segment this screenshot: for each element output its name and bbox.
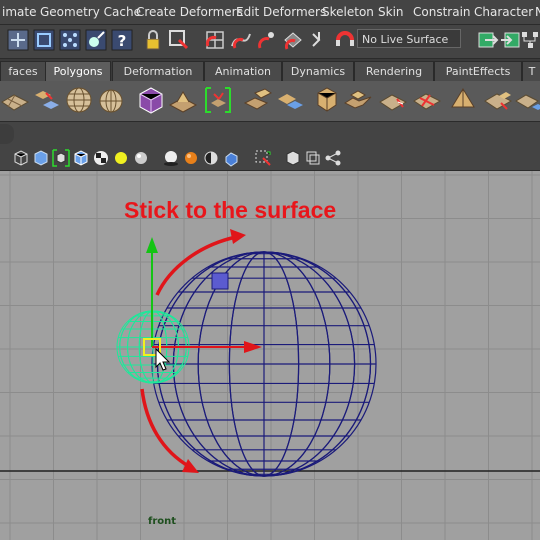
duplicate-face-icon[interactable]: [483, 85, 513, 115]
curved-arrow-bottom-head: [182, 459, 199, 473]
large-sphere-wireframe: [151, 251, 377, 477]
annotation-caption: Stick to the surface: [124, 197, 337, 223]
input-ops-icon[interactable]: [476, 28, 500, 52]
shadows-icon[interactable]: [162, 149, 180, 167]
make-live-icon[interactable]: [307, 28, 331, 52]
separate-icon[interactable]: [32, 85, 62, 115]
menu-skeleton[interactable]: Skeleton: [322, 5, 374, 19]
wedge-faces-icon[interactable]: [448, 85, 478, 115]
grid: [0, 171, 540, 540]
curved-arrow-top-head: [230, 229, 246, 244]
append-polygon-icon[interactable]: [275, 85, 305, 115]
shelf-divider: [0, 122, 540, 146]
tab-rendering[interactable]: Rendering: [354, 61, 434, 81]
node-editor-icon[interactable]: [324, 149, 342, 167]
shelf-tabs: faces Polygons Deformation Animation Dyn…: [0, 59, 540, 81]
construction-history-icon[interactable]: [518, 28, 540, 52]
select-by-hierarchy-icon[interactable]: [6, 28, 30, 52]
cut-faces-icon[interactable]: [378, 85, 408, 115]
split-polygon-icon[interactable]: [412, 85, 442, 115]
menu-constrain[interactable]: Constrain: [413, 5, 471, 19]
help-icon[interactable]: ?: [110, 28, 134, 52]
polygons-shelf: [0, 81, 540, 122]
poly-plane-icon[interactable]: [0, 85, 30, 115]
all-lights-icon[interactable]: [132, 149, 150, 167]
select-by-object-type-icon[interactable]: [32, 28, 56, 52]
magnet-live-icon[interactable]: [333, 28, 357, 52]
poly-reduce-icon[interactable]: [312, 85, 342, 115]
selected-face: [211, 272, 229, 290]
tab-dynamics[interactable]: Dynamics: [282, 61, 354, 81]
live-surface-field[interactable]: No Live Surface: [357, 29, 461, 48]
combine-icon[interactable]: [96, 85, 126, 115]
textured-icon[interactable]: [72, 149, 90, 167]
snap-to-view-planes-icon[interactable]: [281, 28, 305, 52]
menu-more[interactable]: N: [535, 5, 540, 19]
smooth-shade-icon[interactable]: [32, 149, 50, 167]
tab-polygons[interactable]: Polygons: [45, 61, 111, 81]
select-handles-icon[interactable]: [84, 28, 108, 52]
curved-arrow-bottom: [140, 388, 191, 469]
merge-selected-icon[interactable]: [203, 85, 233, 115]
menu-skin[interactable]: Skin: [378, 5, 404, 19]
main-menu-bar: imate Geometry Cache Create Deformers Ed…: [0, 0, 540, 25]
lock-selection-icon[interactable]: [141, 28, 165, 52]
ambient-occlusion-icon[interactable]: [202, 149, 220, 167]
panel-toolbar: [0, 146, 540, 171]
snap-to-grids-icon[interactable]: [203, 28, 227, 52]
menu-geometry-cache[interactable]: Geometry Cache: [40, 5, 141, 19]
highlight-selection-icon[interactable]: [167, 28, 191, 52]
panel-layout-icon[interactable]: [304, 149, 322, 167]
extrude-icon[interactable]: [168, 85, 198, 115]
smooth-icon[interactable]: [343, 85, 373, 115]
poly-sphere-icon[interactable]: [64, 85, 94, 115]
tab-animation[interactable]: Animation: [204, 61, 282, 81]
front-viewport[interactable]: Stick to the surface front: [0, 171, 540, 540]
menu-create-deformers[interactable]: Create Deformers: [136, 5, 243, 19]
snap-to-points-icon[interactable]: [255, 28, 279, 52]
xray-icon[interactable]: [222, 149, 240, 167]
y-axis-arrowhead: [146, 237, 158, 253]
viewport-canvas: [0, 171, 540, 540]
isolate-select-icon[interactable]: [254, 149, 272, 167]
tab-painteffects[interactable]: PaintEffects: [434, 61, 522, 81]
extract-icon[interactable]: [514, 85, 540, 115]
collapse-handle[interactable]: [0, 124, 14, 144]
svg-text:?: ?: [118, 32, 127, 50]
poly-cube-icon[interactable]: [136, 85, 166, 115]
bridge-icon[interactable]: [243, 85, 273, 115]
wireframe-icon[interactable]: [12, 149, 30, 167]
x-axis-arrowhead: [244, 341, 262, 353]
checker-icon[interactable]: [92, 149, 110, 167]
tab-deformation[interactable]: Deformation: [112, 61, 204, 81]
menu-animate[interactable]: imate: [2, 5, 36, 19]
tab-toon[interactable]: T: [522, 61, 540, 81]
wireframe-on-shaded-icon[interactable]: [52, 149, 70, 167]
default-light-icon[interactable]: [112, 149, 130, 167]
camera-attribute-icon[interactable]: [284, 149, 302, 167]
tab-surfaces[interactable]: faces: [0, 61, 46, 81]
high-quality-icon[interactable]: [182, 149, 200, 167]
camera-label: front: [148, 516, 177, 527]
snap-to-curves-icon[interactable]: [229, 28, 253, 52]
menu-edit-deformers[interactable]: Edit Deformers: [236, 5, 326, 19]
select-by-component-type-icon[interactable]: [58, 28, 82, 52]
menu-character[interactable]: Character: [474, 5, 533, 19]
